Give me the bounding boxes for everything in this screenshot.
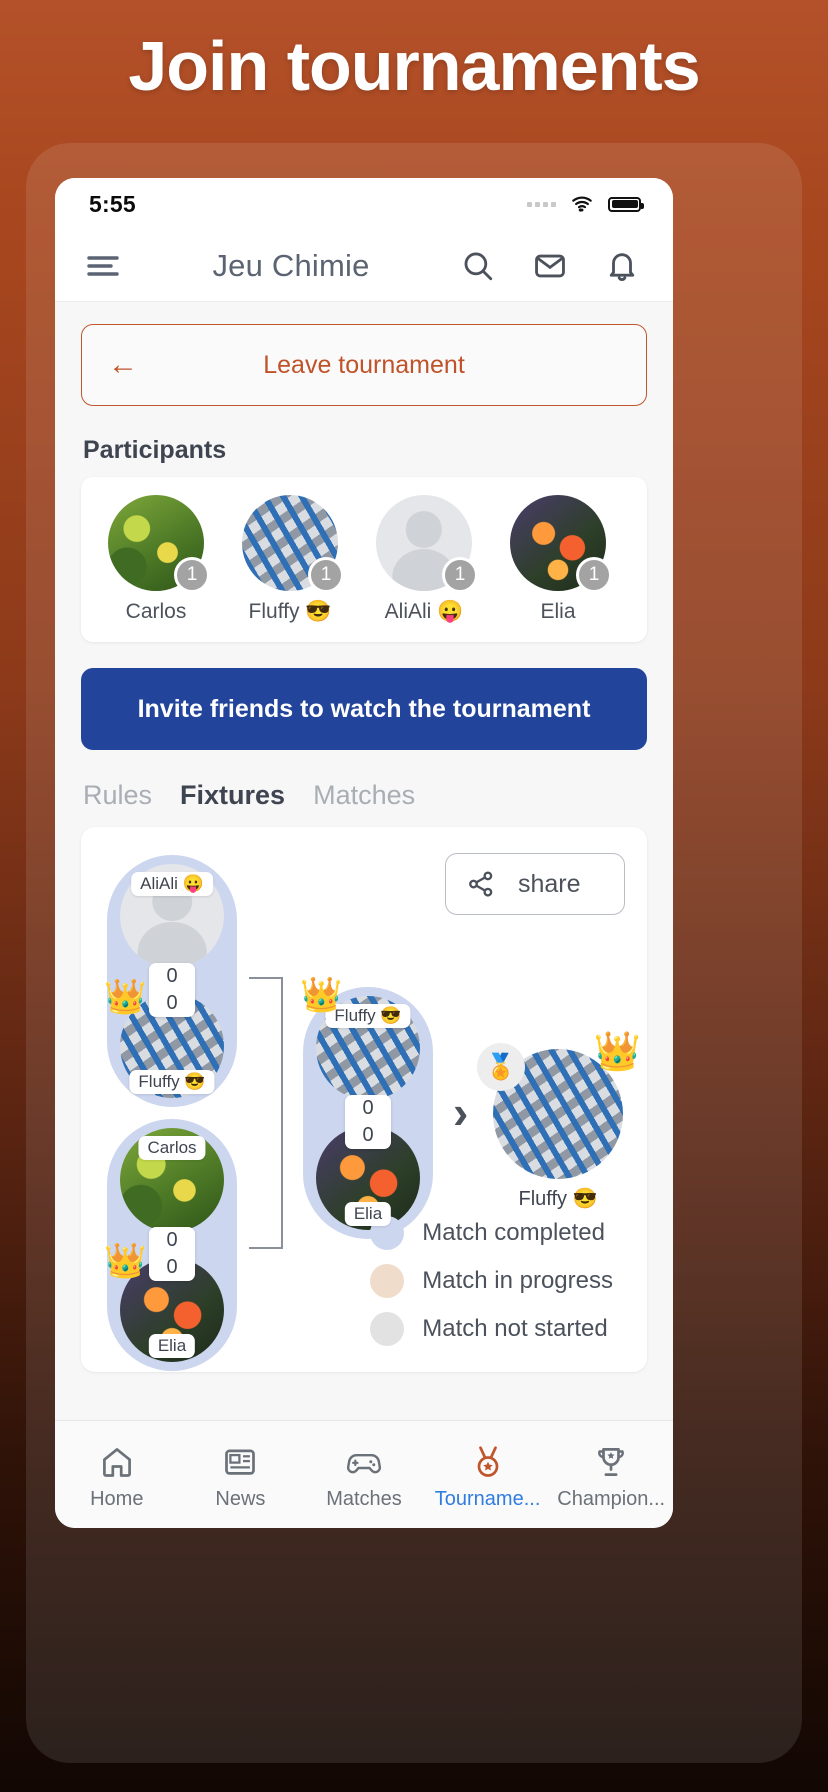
participants-list: 1 Carlos 1 Fluffy 😎 1 AliAli 😛 1 Elia xyxy=(81,477,647,642)
score-top: 0 xyxy=(166,1229,178,1251)
bracket-player-name: Carlos xyxy=(138,1136,206,1160)
fixtures-bracket: share AliAli 😛 👑 Fluffy 😎 0 0 Carlos 👑 E… xyxy=(81,827,647,1372)
invite-friends-button[interactable]: Invite friends to watch the tournament xyxy=(81,668,647,750)
search-icon[interactable] xyxy=(455,243,501,289)
medal-icon: 🏅 xyxy=(477,1043,525,1091)
nav-label: Tourname... xyxy=(434,1488,541,1510)
page-title: Jeu Chimie xyxy=(212,247,370,283)
nav-label: Home xyxy=(90,1488,144,1510)
medal-icon xyxy=(477,1446,498,1477)
participant-name: Fluffy 😎 xyxy=(248,600,332,623)
gamepad-icon xyxy=(346,1453,381,1474)
tab-rules[interactable]: Rules xyxy=(83,780,152,811)
bracket-slot-top: 👑 Fluffy 😎 xyxy=(300,978,420,1100)
crown-icon: 👑 xyxy=(104,1242,147,1280)
participant-item[interactable]: 1 Fluffy 😎 xyxy=(231,495,349,624)
nav-item-matches[interactable]: Matches xyxy=(302,1444,426,1511)
app-bar: Jeu Chimie xyxy=(55,230,673,302)
page-content: ← Leave tournament Participants 1 Carlos… xyxy=(55,302,673,1420)
status-badge: 1 xyxy=(576,557,612,593)
legend-label: Match not started xyxy=(422,1315,608,1342)
legend-item: Match in progress xyxy=(370,1264,613,1298)
bracket-legend: Match completed Match in progress Match … xyxy=(370,1216,613,1346)
bracket-player-name: Fluffy 😎 xyxy=(129,1070,215,1094)
score-bottom: 0 xyxy=(166,992,178,1014)
legend-item: Match not started xyxy=(370,1312,613,1346)
score-bottom: 0 xyxy=(362,1124,374,1146)
nav-item-news[interactable]: News xyxy=(179,1444,303,1511)
bracket-winner[interactable]: 🏅 👑 Fluffy 😎 xyxy=(477,1033,641,1213)
crown-icon: 👑 xyxy=(300,976,343,1014)
bracket-slot-top: AliAli 😛 xyxy=(120,864,224,968)
score-bottom: 0 xyxy=(166,1256,178,1278)
leave-tournament-button[interactable]: ← Leave tournament xyxy=(81,324,647,406)
battery-icon xyxy=(608,196,644,212)
bracket-player-name: Elia xyxy=(148,1334,196,1358)
nav-item-home[interactable]: Home xyxy=(55,1444,179,1511)
legend-item: Match completed xyxy=(370,1216,613,1250)
bracket-score: 0 0 xyxy=(149,963,195,1017)
nav-item-tournaments[interactable]: Tourname... xyxy=(426,1444,550,1511)
wifi-icon xyxy=(572,196,592,212)
nav-item-championships[interactable]: Champion... xyxy=(549,1444,673,1511)
participant-name: Elia xyxy=(540,600,576,623)
status-badge: 1 xyxy=(442,557,478,593)
status-indicators xyxy=(527,193,644,215)
phone-screen: 5:55 Jeu Chimie ← Leave tournament Parti… xyxy=(55,178,673,1528)
crown-icon: 👑 xyxy=(104,978,147,1016)
nav-label: Matches xyxy=(326,1488,402,1510)
mail-icon[interactable] xyxy=(527,243,573,289)
nav-label: News xyxy=(215,1488,266,1510)
home-icon xyxy=(102,1448,131,1477)
legend-color-swatch xyxy=(370,1264,405,1298)
legend-label: Match completed xyxy=(422,1219,606,1246)
participant-item[interactable]: 1 AliAli 😛 xyxy=(365,495,483,624)
participant-item[interactable]: 1 Carlos xyxy=(97,495,215,624)
nav-label: Champion... xyxy=(557,1488,666,1510)
score-top: 0 xyxy=(362,1097,374,1119)
bracket-score: 0 0 xyxy=(149,1227,195,1281)
hamburger-menu-icon[interactable] xyxy=(81,243,127,289)
signal-dots-icon xyxy=(527,201,556,207)
bracket-match-r2-1[interactable]: 👑 Fluffy 😎 Elia 0 0 xyxy=(300,978,433,1239)
tab-matches[interactable]: Matches xyxy=(313,780,415,811)
share-button[interactable]: share xyxy=(445,853,625,915)
news-icon xyxy=(225,1449,256,1475)
participants-heading: Participants xyxy=(83,436,227,464)
share-nodes-icon xyxy=(469,871,493,897)
bracket-player-name: Elia xyxy=(344,1202,392,1226)
status-time: 5:55 xyxy=(89,190,136,217)
arrow-left-icon: ← xyxy=(108,348,138,381)
bottom-navigation: Home News Matches Tourname... Champion..… xyxy=(55,1420,673,1528)
legend-color-swatch xyxy=(370,1312,405,1346)
participant-item[interactable]: 1 Elia xyxy=(499,495,617,624)
promo-title: Join tournaments xyxy=(128,27,700,105)
trophy-icon xyxy=(598,1448,625,1476)
participant-name: Carlos xyxy=(125,600,187,623)
bracket-player-name: AliAli 😛 xyxy=(131,872,213,896)
legend-label: Match in progress xyxy=(422,1267,613,1294)
tab-bar: Rules Fixtures Matches xyxy=(83,780,647,811)
bracket-winner-name: Fluffy 😎 xyxy=(508,1184,608,1213)
bracket-match-r1-2[interactable]: Carlos 👑 Elia 0 0 xyxy=(104,1119,237,1371)
bracket-match-r1-1[interactable]: AliAli 😛 👑 Fluffy 😎 0 0 xyxy=(104,855,237,1107)
leave-tournament-label: Leave tournament xyxy=(263,350,465,379)
status-bar: 5:55 xyxy=(55,178,673,230)
tab-fixtures[interactable]: Fixtures xyxy=(180,780,285,811)
crown-icon: 👑 xyxy=(593,1031,641,1073)
bell-icon[interactable] xyxy=(599,243,645,289)
chevron-right-icon: › xyxy=(453,1086,469,1138)
participant-name: AliAli 😛 xyxy=(384,600,464,623)
bracket-slot-top: Carlos xyxy=(120,1128,224,1232)
bracket-score: 0 0 xyxy=(345,1095,391,1149)
share-label: share xyxy=(518,869,581,898)
status-badge: 1 xyxy=(174,557,210,593)
score-top: 0 xyxy=(166,965,178,987)
invite-friends-label: Invite friends to watch the tournament xyxy=(137,694,591,723)
bracket-connector xyxy=(249,977,283,1249)
status-badge: 1 xyxy=(308,557,344,593)
